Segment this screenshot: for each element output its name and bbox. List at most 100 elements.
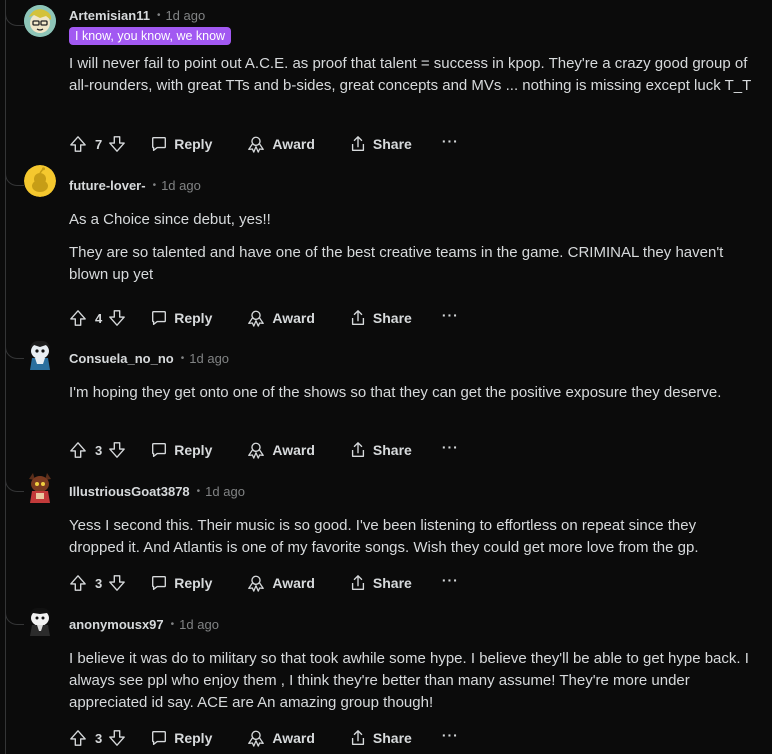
separator-dot: • bbox=[152, 180, 157, 191]
share-icon bbox=[351, 310, 364, 325]
comment-icon bbox=[152, 576, 167, 590]
separator-dot: • bbox=[156, 10, 161, 21]
reply-button[interactable]: Reply bbox=[150, 441, 212, 459]
comment-header: Artemisian11 • 1d ago bbox=[69, 8, 205, 23]
thread-connector bbox=[5, 11, 24, 26]
vote-group: 7 bbox=[69, 135, 126, 153]
share-button[interactable]: Share bbox=[349, 135, 412, 153]
thread-connector bbox=[5, 344, 24, 359]
snoo-default-avatar-icon bbox=[24, 165, 56, 197]
comment-icon bbox=[152, 311, 167, 325]
share-label: Share bbox=[372, 442, 412, 458]
more-options-button[interactable]: ··· bbox=[442, 727, 459, 743]
avatar[interactable] bbox=[24, 5, 56, 37]
vote-score: 3 bbox=[95, 730, 103, 746]
username[interactable]: Artemisian11 bbox=[69, 8, 150, 23]
comment-actions: 3 Reply Award Share ··· bbox=[69, 438, 459, 462]
share-button[interactable]: Share bbox=[349, 729, 412, 747]
comment-paragraph: Yess I second this. Their music is so go… bbox=[69, 517, 699, 556]
upvote-icon[interactable] bbox=[69, 309, 87, 327]
snoo-character-avatar-icon bbox=[24, 338, 56, 370]
downvote-icon[interactable] bbox=[108, 574, 126, 592]
comment-body: I believe it was do to military so that … bbox=[69, 648, 754, 714]
timestamp[interactable]: 1d ago bbox=[161, 178, 201, 193]
avatar[interactable] bbox=[24, 471, 56, 503]
comment-paragraph: I will never fail to point out A.C.E. as… bbox=[69, 55, 752, 94]
separator-dot: • bbox=[180, 353, 185, 364]
avatar[interactable] bbox=[24, 165, 56, 197]
upvote-icon[interactable] bbox=[69, 574, 87, 592]
snoo-character-avatar-icon bbox=[24, 471, 56, 503]
share-button[interactable]: Share bbox=[349, 574, 412, 592]
share-button[interactable]: Share bbox=[349, 441, 412, 459]
reply-label: Reply bbox=[174, 575, 213, 591]
timestamp[interactable]: 1d ago bbox=[189, 351, 229, 366]
award-button[interactable]: Award bbox=[246, 309, 315, 327]
reply-button[interactable]: Reply bbox=[150, 309, 212, 327]
award-button[interactable]: Award bbox=[246, 441, 315, 459]
award-button[interactable]: Award bbox=[246, 135, 315, 153]
award-label: Award bbox=[272, 730, 315, 746]
award-icon bbox=[248, 442, 265, 459]
share-label: Share bbox=[372, 575, 412, 591]
timestamp[interactable]: 1d ago bbox=[205, 484, 245, 499]
comment-paragraph: They are so talented and have one of the… bbox=[69, 244, 724, 283]
award-label: Award bbox=[272, 575, 315, 591]
share-label: Share bbox=[372, 310, 412, 326]
comment-header: future-lover- • 1d ago bbox=[69, 178, 201, 193]
award-label: Award bbox=[272, 442, 315, 458]
more-options-button[interactable]: ··· bbox=[442, 439, 459, 455]
username[interactable]: IllustriousGoat3878 bbox=[69, 484, 190, 499]
separator-dot: • bbox=[196, 486, 201, 497]
award-icon bbox=[248, 730, 265, 747]
username[interactable]: future-lover- bbox=[69, 178, 146, 193]
upvote-icon[interactable] bbox=[69, 729, 87, 747]
reply-button[interactable]: Reply bbox=[150, 135, 212, 153]
downvote-icon[interactable] bbox=[108, 309, 126, 327]
vote-group: 4 bbox=[69, 309, 126, 327]
vote-group: 3 bbox=[69, 729, 126, 747]
award-button[interactable]: Award bbox=[246, 574, 315, 592]
username[interactable]: Consuela_no_no bbox=[69, 351, 174, 366]
comment-body: I will never fail to point out A.C.E. as… bbox=[69, 53, 754, 97]
more-options-button[interactable]: ··· bbox=[442, 572, 459, 588]
comment-header: anonymousx97 • 1d ago bbox=[69, 617, 219, 632]
more-options-button[interactable]: ··· bbox=[442, 133, 459, 149]
comment-icon bbox=[152, 731, 167, 745]
reply-label: Reply bbox=[174, 730, 213, 746]
avatar[interactable] bbox=[24, 604, 56, 636]
vote-group: 3 bbox=[69, 574, 126, 592]
share-icon bbox=[351, 730, 364, 745]
more-options-button[interactable]: ··· bbox=[442, 307, 459, 323]
upvote-icon[interactable] bbox=[69, 135, 87, 153]
comment-actions: 3 Reply Award Share ··· bbox=[69, 726, 459, 750]
comment-actions: 3 Reply Award Share ··· bbox=[69, 571, 459, 595]
vote-score: 3 bbox=[95, 442, 103, 458]
reply-button[interactable]: Reply bbox=[150, 729, 212, 747]
thread-line bbox=[5, 0, 6, 754]
reply-button[interactable]: Reply bbox=[150, 574, 212, 592]
comment-body: I'm hoping they get onto one of the show… bbox=[69, 382, 754, 404]
timestamp[interactable]: 1d ago bbox=[179, 617, 219, 632]
comment-icon bbox=[152, 137, 167, 151]
comment-icon bbox=[152, 443, 167, 457]
award-button[interactable]: Award bbox=[246, 729, 315, 747]
timestamp[interactable]: 1d ago bbox=[165, 8, 205, 23]
award-icon bbox=[248, 136, 265, 153]
reply-label: Reply bbox=[174, 310, 213, 326]
avatar[interactable] bbox=[24, 338, 56, 370]
comment-header: Consuela_no_no • 1d ago bbox=[69, 351, 229, 366]
share-button[interactable]: Share bbox=[349, 309, 412, 327]
comment-actions: 7 Reply Award Share ··· bbox=[69, 132, 459, 156]
downvote-icon[interactable] bbox=[108, 135, 126, 153]
user-flair: I know, you know, we know bbox=[69, 27, 232, 45]
award-icon bbox=[248, 310, 265, 327]
downvote-icon[interactable] bbox=[108, 729, 126, 747]
downvote-icon[interactable] bbox=[108, 441, 126, 459]
comment-paragraph: I believe it was do to military so that … bbox=[69, 650, 749, 711]
separator-dot: • bbox=[170, 619, 175, 630]
username[interactable]: anonymousx97 bbox=[69, 617, 164, 632]
vote-score: 3 bbox=[95, 575, 103, 591]
upvote-icon[interactable] bbox=[69, 441, 87, 459]
cartoon-face-avatar-icon bbox=[24, 5, 56, 37]
